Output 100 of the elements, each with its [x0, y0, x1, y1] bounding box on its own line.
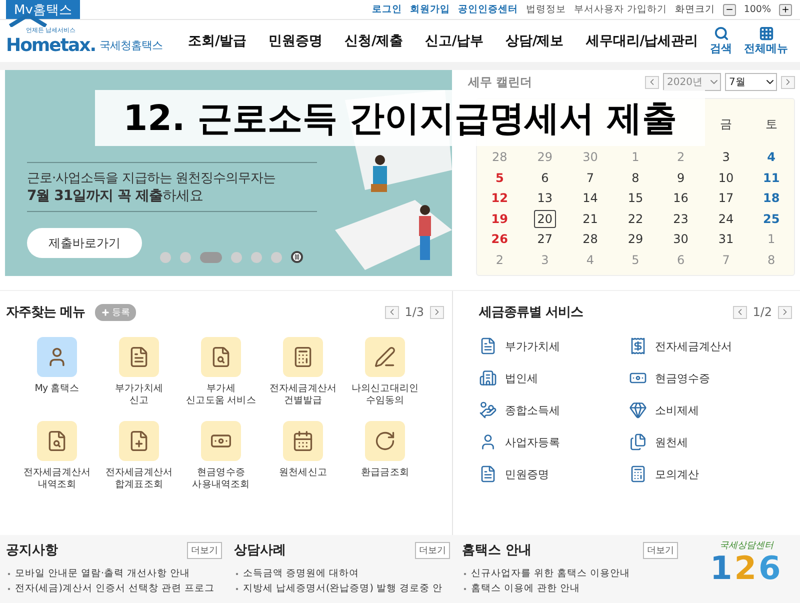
nav-item[interactable]: 민원증명 [268, 32, 322, 50]
top-link[interactable]: 법령정보 [526, 3, 566, 16]
overlay-title: 12. 근로소득 간이지급명세서 제출 [123, 98, 677, 140]
nav-item[interactable]: 세무대리/납세관리 [586, 32, 698, 50]
plus-icon [101, 308, 110, 316]
slide-dot[interactable] [160, 252, 171, 262]
calendar-day[interactable]: 29 [624, 230, 646, 248]
grid-icon [758, 26, 774, 41]
calendar-day[interactable]: 22 [624, 210, 646, 228]
menu-shortcut[interactable]: 환급금조회 [344, 421, 426, 491]
all-menu-button[interactable]: 전체메뉴 [742, 26, 790, 56]
gem-icon [629, 401, 647, 419]
calendar-day[interactable]: 10 [715, 168, 737, 187]
next-button[interactable] [430, 306, 444, 318]
pause-button[interactable] [291, 251, 303, 263]
menu-shortcut[interactable]: 나의신고대리인 수임동의 [344, 337, 426, 407]
nav-item[interactable]: 상담/제보 [505, 32, 564, 50]
menu-shortcut[interactable]: 부가가치세 신고 [98, 337, 180, 407]
zoom-in-button[interactable] [779, 4, 792, 16]
calendar-day[interactable]: 8 [628, 168, 642, 187]
calendar-day[interactable]: 14 [580, 189, 601, 208]
center-caption: 국세상담센터 [719, 540, 774, 552]
nav-item[interactable]: 신청/제출 [344, 32, 403, 50]
calendar-day[interactable]: 19 [488, 210, 511, 228]
service-link[interactable]: 모의계산 [629, 465, 779, 483]
service-link[interactable]: 법인세 [479, 369, 629, 387]
nav-item[interactable]: 신고/납부 [424, 32, 484, 50]
calendar-day[interactable]: 27 [534, 230, 556, 248]
month-select[interactable]: 7월 [725, 73, 777, 91]
calendar-day[interactable]: 5 [492, 168, 507, 187]
calendar-day[interactable]: 3 [719, 148, 733, 166]
board-link[interactable]: 모바일 안내문 열람·출력 개선사항 안내 [8, 566, 222, 581]
menu-shortcut[interactable]: 부가세 신고도움 서비스 [180, 337, 262, 407]
calendar-day[interactable]: 7 [583, 168, 598, 187]
service-link[interactable]: 소비제세 [629, 401, 779, 419]
top-link[interactable]: 부서사용자 가입하기 [574, 3, 667, 16]
slide-dot[interactable] [251, 252, 262, 262]
calendar-day[interactable]: 31 [715, 230, 737, 248]
more-button[interactable]: 더보기 [187, 542, 222, 558]
zoom-out-button[interactable] [722, 4, 736, 16]
more-button[interactable]: 더보기 [415, 542, 450, 558]
service-link[interactable]: 전자세금계산서 [629, 337, 779, 355]
zoom-value: 100% [744, 4, 771, 15]
calendar-day[interactable]: 13 [534, 189, 556, 208]
menu-shortcut[interactable]: 현금영수증 사용내역조회 [180, 421, 262, 491]
calendar-day[interactable]: 17 [715, 189, 737, 208]
calendar-day[interactable]: 26 [488, 230, 511, 248]
top-link[interactable]: 공인인증센터 [458, 3, 518, 16]
service-link[interactable]: 원천세 [629, 433, 779, 451]
banner-subtitle: 근로·사업소득을 지급하는 원천징수의무자는 [27, 170, 276, 187]
calendar-day[interactable]: 23 [670, 210, 692, 228]
calendar-day[interactable]: 9 [674, 168, 688, 187]
board-link[interactable]: 전자(세금)계산서 인증서 선택창 관련 프로그 [8, 581, 222, 596]
coins-icon [479, 401, 497, 419]
slide-dot[interactable] [231, 252, 242, 262]
board-link[interactable]: 신규사업자를 위한 홈택스 이용안내 [464, 566, 678, 581]
section-title: 세금종류별 서비스 [479, 304, 584, 321]
my-hometax-tab[interactable]: My홈택스 [6, 0, 80, 19]
board-link[interactable]: 홈택스 이용에 관한 안내 [464, 581, 678, 596]
menu-shortcut[interactable]: 전자세금계산서 내역조회 [16, 421, 98, 491]
previous-button[interactable] [732, 306, 747, 318]
document-icon [479, 337, 497, 355]
menu-shortcut[interactable]: My 홈택스 [16, 337, 98, 407]
previous-month-button[interactable] [645, 76, 659, 88]
service-link[interactable]: 종합소득세 [479, 401, 629, 419]
submit-shortcut-button[interactable]: 제출바로가기 [27, 228, 142, 258]
calendar-day[interactable]: 12 [488, 189, 511, 208]
calendar-day[interactable]: 4 [764, 148, 779, 166]
calendar-day[interactable]: 20 [534, 210, 556, 228]
calculator-icon [292, 346, 314, 368]
slide-dot[interactable] [180, 252, 191, 262]
calendar-day[interactable]: 28 [580, 230, 601, 248]
calendar-day[interactable]: 16 [670, 189, 692, 208]
previous-button[interactable] [384, 306, 399, 318]
menu-shortcut[interactable]: 원천세신고 [262, 421, 344, 491]
calendar-day[interactable]: 11 [760, 168, 783, 187]
menu-shortcut[interactable]: 전자세금계산서 합계표조회 [98, 421, 180, 491]
service-link[interactable]: 현금영수증 [629, 369, 779, 387]
calendar-day[interactable]: 15 [624, 189, 646, 208]
board-link[interactable]: 지방세 납세증명서(완납증명) 발행 경로중 안 [236, 581, 450, 596]
logo-text[interactable]: Hometax. [6, 35, 96, 56]
calendar-day[interactable]: 30 [670, 230, 692, 248]
menu-shortcut[interactable]: 전자세금계산서 건별발급 [262, 337, 344, 407]
calendar-day[interactable]: 18 [760, 189, 783, 208]
next-button[interactable] [778, 306, 792, 318]
calendar-day[interactable]: 6 [538, 168, 552, 187]
service-link[interactable]: 사업자등록 [479, 433, 629, 451]
calendar-day[interactable]: 21 [580, 210, 601, 228]
calendar-day[interactable]: 25 [760, 210, 783, 228]
search-button[interactable]: 검색 [708, 26, 734, 56]
service-link[interactable]: 부가가치세 [479, 337, 629, 355]
board-link[interactable]: 소득금액 증명원에 대하여 [236, 566, 450, 581]
more-button[interactable]: 더보기 [643, 542, 678, 558]
top-link[interactable]: 로그인 [372, 3, 402, 16]
service-link[interactable]: 민원증명 [479, 465, 629, 483]
next-month-button[interactable] [781, 76, 795, 88]
top-link[interactable]: 회원가입 [410, 3, 450, 16]
slide-dot[interactable] [271, 252, 282, 262]
nav-item[interactable]: 조회/발급 [188, 32, 246, 50]
calendar-day[interactable]: 24 [715, 210, 737, 228]
